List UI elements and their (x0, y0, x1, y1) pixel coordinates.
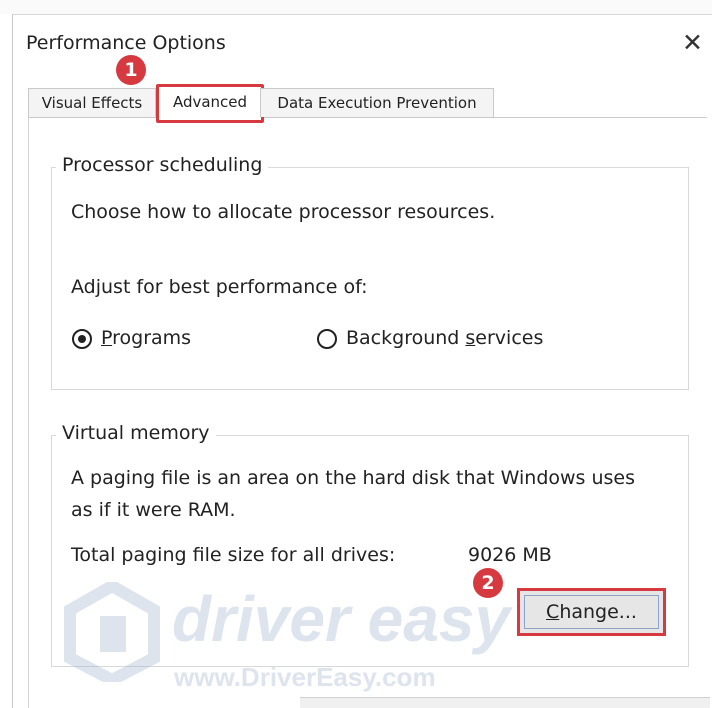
total-paging-value: 9026 MB (468, 544, 552, 566)
programs-mnemonic: P (101, 327, 113, 349)
watermark-brand: driver easy (172, 583, 511, 655)
background-strip (0, 0, 712, 14)
processor-description: Choose how to allocate processor resourc… (71, 201, 496, 223)
close-icon[interactable]: ✕ (682, 28, 703, 57)
background-services-label[interactable]: Background services (346, 327, 543, 349)
tab-data-execution-prevention[interactable]: Data Execution Prevention (260, 88, 494, 117)
programs-label-rest: rograms (112, 327, 192, 349)
virtual-memory-description-line1: A paging file is an area on the hard dis… (71, 467, 636, 489)
virtual-memory-description-line2: as if it were RAM. (71, 499, 236, 521)
background-services-prefix: Background (346, 327, 466, 349)
annotation-badge-1: 1 (116, 55, 146, 85)
change-button-focus-ring (524, 595, 659, 629)
background-services-rest: ervices (475, 327, 544, 349)
virtual-memory-legend: Virtual memory (56, 422, 216, 444)
tab-advanced[interactable]: Advanced (156, 84, 264, 123)
driver-easy-watermark: driver easy www.DriverEasy.com (62, 579, 510, 692)
annotation-badge-2: 2 (473, 568, 503, 598)
driver-easy-logo-icon (64, 579, 160, 687)
programs-radio[interactable] (72, 329, 92, 349)
dialog-button-row (300, 697, 710, 708)
total-paging-label: Total paging file size for all drives: (71, 544, 396, 566)
processor-scheduling-legend: Processor scheduling (56, 154, 269, 176)
dialog-title: Performance Options (26, 32, 226, 54)
tab-visual-effects[interactable]: Visual Effects (28, 88, 156, 117)
change-button[interactable]: Change... (517, 588, 666, 636)
programs-label[interactable]: Programs (101, 327, 191, 349)
background-services-mnemonic: s (465, 327, 476, 349)
background-services-radio[interactable] (317, 329, 337, 349)
adjust-label: Adjust for best performance of: (71, 276, 368, 298)
watermark-url: www.DriverEasy.com (174, 662, 436, 692)
